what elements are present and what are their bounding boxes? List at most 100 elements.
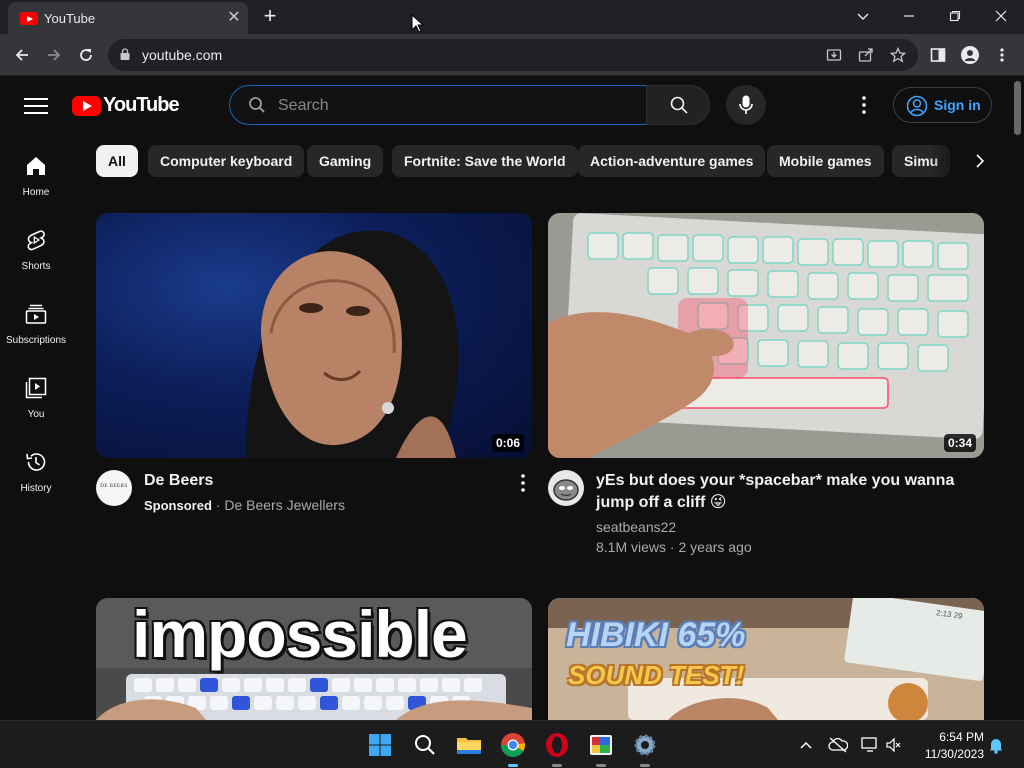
search-icon <box>249 97 265 113</box>
chip-fortnite-save-the-world[interactable]: Fortnite: Save the World <box>392 145 578 177</box>
restore-button[interactable] <box>932 0 978 32</box>
video-meta: 8.1M views · 2 years ago <box>596 537 752 557</box>
chip-gaming[interactable]: Gaming <box>307 145 384 177</box>
sidebar-item-shorts[interactable]: Shorts <box>0 229 72 295</box>
taskbar-clock-time[interactable]: 6:54 PM <box>920 730 984 744</box>
search-button[interactable] <box>646 85 710 125</box>
video-thumbnail[interactable]: 0:34 <box>548 213 984 458</box>
video-options-icon[interactable] <box>512 472 534 494</box>
address-bar[interactable]: youtube.com <box>108 39 918 71</box>
sign-in-button[interactable]: Sign in <box>893 87 992 123</box>
video-meta: Sponsored · De Beers Jewellers <box>144 495 345 516</box>
running-app-indicator <box>640 764 650 767</box>
taskbar-search-icon[interactable] <box>409 729 441 761</box>
running-app-indicator <box>596 764 606 767</box>
install-app-icon[interactable] <box>822 43 846 67</box>
show-hidden-icons-chevron-up-icon[interactable] <box>796 735 816 755</box>
search-box[interactable] <box>229 85 647 125</box>
sidebar-item-label: Home <box>22 187 50 198</box>
windows-start-icon[interactable] <box>364 729 396 761</box>
video-thumbnail[interactable]: 0:06 <box>96 213 532 458</box>
bean-avatar-icon <box>553 479 579 501</box>
sidebar-item-you[interactable]: You <box>0 377 72 443</box>
tab-title: YouTube <box>44 11 96 26</box>
back-arrow-icon[interactable] <box>9 42 35 68</box>
video-thumbnail[interactable]: impossible <box>96 598 532 720</box>
taskbar-clock-date[interactable]: 11/30/2023 <box>906 747 984 761</box>
scrollbar-thumb[interactable] <box>1014 81 1021 135</box>
url-text[interactable]: youtube.com <box>142 47 222 63</box>
channel-avatar[interactable]: DE BEERS <box>96 470 132 506</box>
channel-name[interactable]: seatbeans22 <box>596 517 676 537</box>
minimize-button[interactable] <box>886 0 932 32</box>
video-duration: 0:34 <box>943 434 976 452</box>
side-panel-icon[interactable] <box>925 42 951 68</box>
video-title-line: yEs but does your *spacebar* make you wa… <box>596 472 955 489</box>
share-icon[interactable] <box>854 43 878 67</box>
running-app-indicator <box>552 764 562 767</box>
tab-search-chevron-down-icon[interactable] <box>840 0 886 32</box>
home-icon <box>27 157 45 175</box>
profile-icon[interactable] <box>957 42 983 68</box>
view-count: 8.1M views <box>596 539 667 555</box>
chip-action-adventure-games[interactable]: Action-adventure games <box>578 145 766 177</box>
onedrive-offline-icon[interactable] <box>828 735 849 755</box>
browser-tab-strip: YouTube ✕ + <box>0 0 1024 34</box>
chrome-menu-icon[interactable] <box>989 42 1015 68</box>
youtube-header: YouTube Sign in <box>0 77 1012 133</box>
mouse-cursor-icon <box>411 13 425 34</box>
chrome-icon[interactable] <box>497 729 529 767</box>
network-icon[interactable] <box>860 735 880 755</box>
settings-gear-icon[interactable] <box>629 729 661 767</box>
sidebar-item-label: Subscriptions <box>5 335 67 346</box>
sponsored-label: Sponsored <box>144 498 212 513</box>
browser-tab[interactable]: YouTube ✕ <box>8 2 248 34</box>
thumbnail-overlay-title: HIBIKI 65% <box>566 616 746 654</box>
chip-mobile-games[interactable]: Mobile games <box>767 145 884 177</box>
sidebar-item-history[interactable]: History <box>0 451 72 517</box>
new-tab-button[interactable]: + <box>259 5 281 28</box>
windows-taskbar: 6:54 PM 11/30/2023 <box>0 720 1024 768</box>
opera-icon[interactable] <box>541 729 573 767</box>
file-explorer-icon[interactable] <box>453 729 485 761</box>
sidebar-item-label: Shorts <box>21 261 51 272</box>
browser-toolbar: youtube.com <box>0 34 1024 76</box>
microphone-icon <box>739 95 753 114</box>
you-library-icon <box>25 377 47 399</box>
video-title[interactable]: yEs but does your *spacebar* make you wa… <box>596 470 976 514</box>
sidebar-item-home[interactable]: Home <box>0 155 72 221</box>
shorts-icon <box>27 230 45 251</box>
sidebar-item-subscriptions[interactable]: Subscriptions <box>0 303 72 369</box>
video-duration: 0:06 <box>491 434 524 452</box>
channel-avatar[interactable] <box>548 470 584 506</box>
reload-icon[interactable] <box>73 42 99 68</box>
chip-computer-keyboard[interactable]: Computer keyboard <box>148 145 305 177</box>
thumbnail-overlay-text: impossible <box>132 598 468 671</box>
avatar-text: DE BEERS <box>100 484 128 489</box>
chip-all[interactable]: All <box>96 145 138 177</box>
search-input[interactable] <box>278 95 628 117</box>
page-scrollbar[interactable] <box>1012 77 1024 719</box>
video-thumbnail[interactable]: 2:13 29 HIBIKI 65% SOUND TEST! <box>548 598 984 720</box>
settings-more-icon[interactable] <box>852 93 876 117</box>
sidebar-item-label: History <box>20 483 52 494</box>
lock-icon[interactable] <box>120 48 130 60</box>
voice-search-button[interactable] <box>726 85 766 125</box>
sidebar-item-label: You <box>27 409 45 420</box>
paint-app-icon[interactable] <box>585 729 617 767</box>
woman-portrait-image <box>246 230 459 458</box>
notification-bell-icon[interactable] <box>986 735 1006 755</box>
channel-name[interactable]: De Beers Jewellers <box>224 497 345 513</box>
account-circle-icon <box>906 95 928 117</box>
volume-muted-icon[interactable] <box>884 735 904 755</box>
close-tab-icon[interactable]: ✕ <box>224 8 244 28</box>
bookmark-star-icon[interactable] <box>886 43 910 67</box>
youtube-logo-text: YouTube <box>103 94 180 116</box>
thumbnail-overlay-subtitle: SOUND TEST! <box>568 660 745 690</box>
close-window-button[interactable] <box>978 0 1024 32</box>
forward-arrow-icon[interactable] <box>41 42 67 68</box>
chevron-right-icon[interactable] <box>966 147 994 175</box>
upload-age: 2 years ago <box>678 539 752 555</box>
menu-hamburger-icon[interactable] <box>24 95 48 115</box>
video-title[interactable]: De Beers <box>144 470 213 492</box>
